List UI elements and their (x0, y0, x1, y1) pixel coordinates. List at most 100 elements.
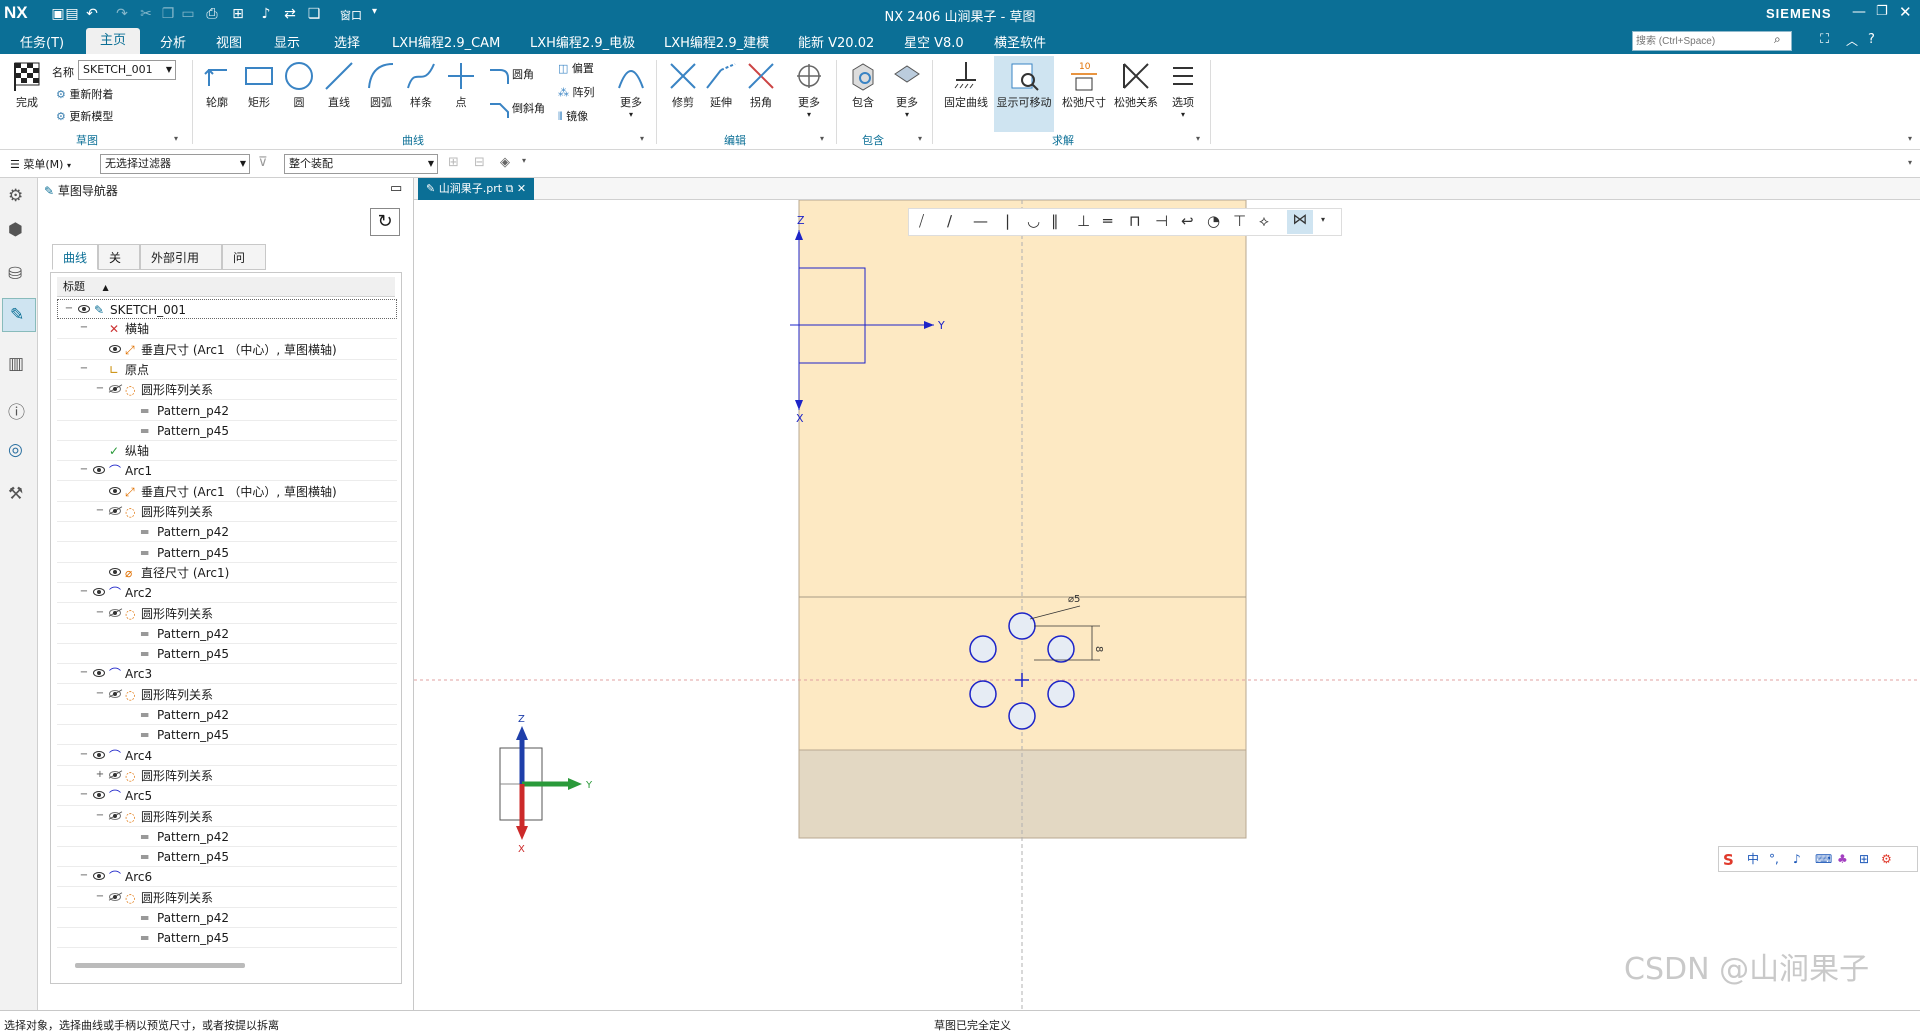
collapse-toggle-icon[interactable]: − (95, 506, 105, 516)
tree-row[interactable]: ═ Pattern_p42 (57, 827, 397, 847)
visibility-eye-icon[interactable] (93, 872, 105, 881)
tree-row[interactable]: − ⌒ Arc6 (57, 867, 397, 888)
group-expand-icon[interactable]: ▾ (174, 134, 178, 143)
type-filter-dropdown[interactable]: 无选择过滤器 ▼ (100, 154, 250, 174)
relax-relation-button[interactable]: 松弛关系 (1110, 60, 1162, 110)
ime-skin-icon[interactable]: ♣ (1837, 847, 1848, 871)
chevron-down-icon[interactable]: ▾ (1321, 215, 1325, 224)
visibility-eye-icon[interactable] (93, 791, 105, 800)
spline-button[interactable]: 样条 (400, 60, 442, 110)
tree-row[interactable]: ⤢ 垂直尺寸 (Arc1 （中心）, 草图横轴) (57, 340, 397, 360)
command-search-input[interactable] (1632, 31, 1792, 51)
sketch-circle-arc2[interactable] (1047, 635, 1075, 663)
collapse-toggle-icon[interactable]: − (79, 363, 89, 374)
tree-row[interactable]: − ∟ 原点 (57, 360, 397, 380)
menu-lxh-modeling[interactable]: LXH编程2.9_建模 (664, 32, 769, 51)
filter-icon[interactable]: ⊽ (258, 155, 268, 170)
tree-row[interactable]: ═ Pattern_p42 (57, 624, 397, 644)
tree-row[interactable]: ✓ 纵轴 (57, 441, 397, 462)
trim-button[interactable]: 修剪 (662, 60, 704, 110)
deselect-icon[interactable]: ⊟ (474, 155, 485, 170)
relax-dimension-button[interactable]: 10 松弛尺寸 (1058, 60, 1110, 110)
circle-button[interactable]: 圆 (278, 60, 320, 110)
mic-icon[interactable]: ♪ (256, 4, 276, 24)
tree-row[interactable]: ⌀ 直径尺寸 (Arc1) (57, 563, 397, 583)
concentric-icon[interactable]: ↩ (1181, 212, 1194, 230)
tab-problems[interactable]: 问题 (222, 244, 266, 291)
menu-xingkong[interactable]: 星空 V8.0 (904, 32, 964, 51)
rectangle-button[interactable]: 矩形 (238, 60, 280, 110)
sketch-circle-arc6[interactable] (969, 635, 997, 663)
tree-row[interactable]: − ⌒ Arc1 (57, 461, 397, 482)
visibility-eye-icon[interactable] (109, 344, 121, 353)
tree-row[interactable]: − ◌ 圆形阵列关系 (57, 604, 397, 624)
equal-length-icon[interactable]: ═ (1103, 212, 1112, 230)
collapse-toggle-icon[interactable]: − (95, 688, 105, 699)
windows-icon[interactable]: ❏ (304, 4, 324, 24)
menu-display[interactable]: 显示 (274, 32, 300, 51)
fillet-button[interactable]: 圆角 (488, 66, 534, 84)
copy-icon[interactable]: ❐ (158, 4, 178, 24)
settings-gear-icon[interactable]: ⚙ (8, 186, 23, 206)
equal-radius-icon[interactable]: ◔ (1207, 212, 1220, 230)
vertical-dimension[interactable]: 8 (1093, 646, 1104, 652)
collapse-toggle-icon[interactable]: − (95, 384, 105, 394)
close-icon[interactable]: ✕ (1899, 3, 1912, 21)
visibility-eye-icon[interactable] (93, 669, 105, 678)
refresh-button[interactable]: ↻ (370, 208, 400, 236)
ribbon-options-icon[interactable]: ▾ (1908, 134, 1912, 143)
group-expand-icon[interactable]: ▾ (918, 134, 922, 143)
tree-row[interactable]: ═ Pattern_p45 (57, 725, 397, 746)
qat-dropdown-icon[interactable]: ▾ (372, 6, 377, 17)
visibility-eye-icon[interactable] (93, 588, 105, 597)
parallel-icon[interactable]: ∥ (1051, 212, 1059, 230)
ime-mic-icon[interactable]: ♪ (1793, 847, 1801, 871)
collapse-toggle-icon[interactable]: − (95, 607, 105, 618)
collapse-toggle-icon[interactable]: − (79, 749, 89, 760)
tab-curves[interactable]: 曲线 (52, 244, 98, 270)
sogou-logo-icon[interactable]: S (1723, 848, 1734, 872)
menu-select[interactable]: 选择 (334, 32, 360, 51)
hidden-eye-icon[interactable] (108, 506, 123, 515)
profile-button[interactable]: 轮廓 (196, 60, 238, 110)
point-button[interactable]: 点 (440, 60, 482, 110)
hidden-eye-icon[interactable] (108, 384, 123, 394)
perpendicular-icon[interactable]: ⊥ (1077, 212, 1090, 230)
sketch-circle-arc4[interactable] (1008, 702, 1036, 730)
tangent-icon[interactable]: ◡ (1027, 212, 1040, 230)
tree-column-header[interactable]: 标题 ▲ (57, 277, 395, 297)
curve-more-button[interactable]: 更多 ▾ (610, 60, 652, 119)
group-expand-icon[interactable]: ▾ (820, 134, 824, 143)
redo-icon[interactable]: ↷ (112, 4, 132, 24)
tree-row[interactable]: ═ Pattern_p45 (57, 644, 397, 665)
point-on-curve-icon[interactable]: ∕ (947, 212, 952, 230)
print-icon[interactable]: ⎙ (202, 4, 222, 24)
tree-row[interactable]: ═ Pattern_p45 (57, 847, 397, 868)
horizontal-icon[interactable]: — (973, 212, 988, 230)
menu-home[interactable]: 主页 (86, 28, 141, 54)
tree-row[interactable]: − ◌ 圆形阵列关系 (57, 380, 397, 401)
chamfer-button[interactable]: 倒斜角 (488, 100, 545, 118)
edit-more-button[interactable]: 更多 ▾ (788, 60, 830, 119)
restore-icon[interactable]: ❐ (1876, 4, 1888, 19)
hidden-eye-icon[interactable] (108, 892, 123, 901)
grid-icon[interactable]: ⊞ (228, 4, 248, 24)
hidden-eye-icon[interactable] (108, 770, 123, 779)
extend-button[interactable]: 延伸 (700, 60, 742, 110)
sketch-circle-arc1[interactable] (1008, 612, 1036, 640)
roles-tools-icon[interactable]: ⚒ (8, 484, 23, 504)
ime-punctuation[interactable]: °, (1769, 847, 1779, 871)
tree-row[interactable]: − ⌒ Arc4 (57, 746, 397, 766)
menu-nengxin[interactable]: 能新 V20.02 (798, 32, 874, 51)
include-button[interactable]: 包含 (842, 60, 884, 110)
tree-row[interactable]: − ◌ 圆形阵列关系 (57, 685, 397, 705)
tree-row[interactable]: − ⌒ Arc3 (57, 664, 397, 685)
ime-chinese-toggle[interactable]: 中 (1747, 847, 1759, 871)
tree-row[interactable]: ═ Pattern_p45 (57, 928, 397, 949)
symmetric-icon[interactable]: ⟡ (1259, 212, 1269, 230)
collapse-toggle-icon[interactable]: − (95, 810, 105, 821)
collapse-toggle-icon[interactable]: − (64, 304, 74, 314)
assembly-scope-dropdown[interactable]: 整个装配 ▼ (284, 154, 438, 174)
expand-toggle-icon[interactable]: + (95, 769, 105, 780)
paste-icon[interactable]: ▭ (178, 4, 198, 24)
